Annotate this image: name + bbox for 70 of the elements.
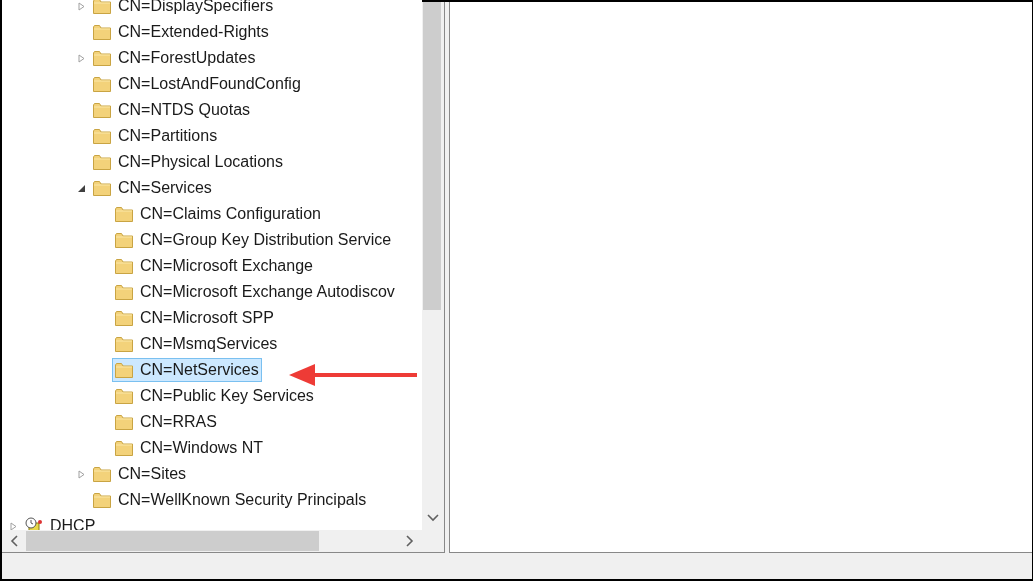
folder-icon	[115, 206, 133, 222]
folder-icon	[93, 102, 111, 118]
tree-item[interactable]: CN=DisplaySpecifiers	[90, 0, 277, 18]
item-label: CN=Services	[118, 179, 212, 197]
folder-icon	[115, 440, 133, 456]
tree-item[interactable]: CN=Claims Configuration	[112, 202, 324, 226]
expand-arrow-icon[interactable]	[78, 469, 85, 479]
folder-icon	[93, 492, 111, 508]
folder-icon	[115, 388, 133, 404]
item-label: CN=MsmqServices	[140, 335, 278, 353]
tree-item[interactable]: CN=Microsoft SPP	[112, 306, 277, 330]
tree-item[interactable]: CN=RRAS	[112, 410, 220, 434]
item-label: CN=Physical Locations	[118, 153, 283, 171]
folder-icon	[115, 232, 133, 248]
expand-arrow-icon[interactable]	[78, 53, 85, 63]
item-label: CN=RRAS	[140, 413, 217, 431]
scroll-right-icon[interactable]	[406, 535, 414, 547]
expand-arrow-icon[interactable]	[10, 521, 17, 530]
item-label: CN=Microsoft Exchange Autodiscov	[140, 283, 395, 301]
scroll-left-icon[interactable]	[10, 535, 18, 547]
folder-icon	[115, 284, 133, 300]
item-label: CN=Microsoft Exchange	[140, 257, 313, 275]
folder-icon	[93, 24, 111, 40]
item-label: CN=WellKnown Security Principals	[118, 491, 367, 509]
expand-arrow-icon[interactable]	[78, 1, 85, 11]
item-label: CN=Sites	[118, 465, 187, 483]
tree-item[interactable]: CN=Physical Locations	[90, 150, 286, 174]
folder-icon	[93, 180, 111, 196]
collapse-arrow-icon[interactable]	[78, 184, 85, 192]
item-label: CN=ForestUpdates	[118, 49, 256, 67]
item-label: CN=Public Key Services	[140, 387, 314, 405]
tree-item[interactable]: CN=MsmqServices	[112, 332, 281, 356]
item-label: CN=NetServices	[140, 361, 259, 379]
item-label: CN=Microsoft SPP	[140, 309, 274, 327]
item-label: CN=Windows NT	[140, 439, 264, 457]
item-label: CN=DisplaySpecifiers	[118, 0, 274, 15]
tree-item[interactable]: CN=Windows NT	[112, 436, 267, 460]
folder-icon	[115, 336, 133, 352]
scrollbar-thumb[interactable]	[26, 531, 319, 551]
folder-icon	[93, 0, 111, 14]
scroll-down-icon[interactable]	[427, 514, 439, 522]
item-label: CN=Group Key Distribution Service	[140, 231, 392, 249]
item-label: CN=Claims Configuration	[140, 205, 321, 223]
tree-item[interactable]: CN=WellKnown Security Principals	[90, 488, 370, 512]
tree-item[interactable]: CN=NTDS Quotas	[90, 98, 254, 122]
tree-item[interactable]: CN=LostAndFoundConfig	[90, 72, 304, 96]
folder-icon	[115, 258, 133, 274]
item-label: CN=Extended-Rights	[118, 23, 269, 41]
folder-icon	[93, 154, 111, 170]
folder-icon	[93, 76, 111, 92]
folder-icon	[93, 50, 111, 66]
tree-item[interactable]: CN=Services	[90, 176, 215, 200]
folder-icon	[115, 414, 133, 430]
scrollbar-thumb[interactable]	[423, 2, 441, 310]
folder-icon	[93, 128, 111, 144]
tree-item[interactable]: CN=Microsoft Exchange Autodiscov	[112, 280, 398, 304]
tree-item[interactable]: CN=ForestUpdates	[90, 46, 259, 70]
tree-item[interactable]: CN=Group Key Distribution Service	[112, 228, 395, 252]
tree-item[interactable]: CN=Sites	[90, 462, 190, 486]
tree-item[interactable]: CN=Public Key Services	[112, 384, 317, 408]
tree-item[interactable]: CN=Partitions	[90, 124, 221, 148]
tree-item[interactable]: CN=Microsoft Exchange	[112, 254, 316, 278]
item-label: CN=NTDS Quotas	[118, 101, 251, 119]
item-label: CN=LostAndFoundConfig	[118, 75, 301, 93]
folder-icon	[115, 362, 133, 378]
folder-icon	[93, 466, 111, 482]
tree-item[interactable]: CN=NetServices	[112, 358, 262, 382]
tree-item[interactable]: CN=Extended-Rights	[90, 20, 272, 44]
folder-icon	[115, 310, 133, 326]
item-label: CN=Partitions	[118, 127, 218, 145]
